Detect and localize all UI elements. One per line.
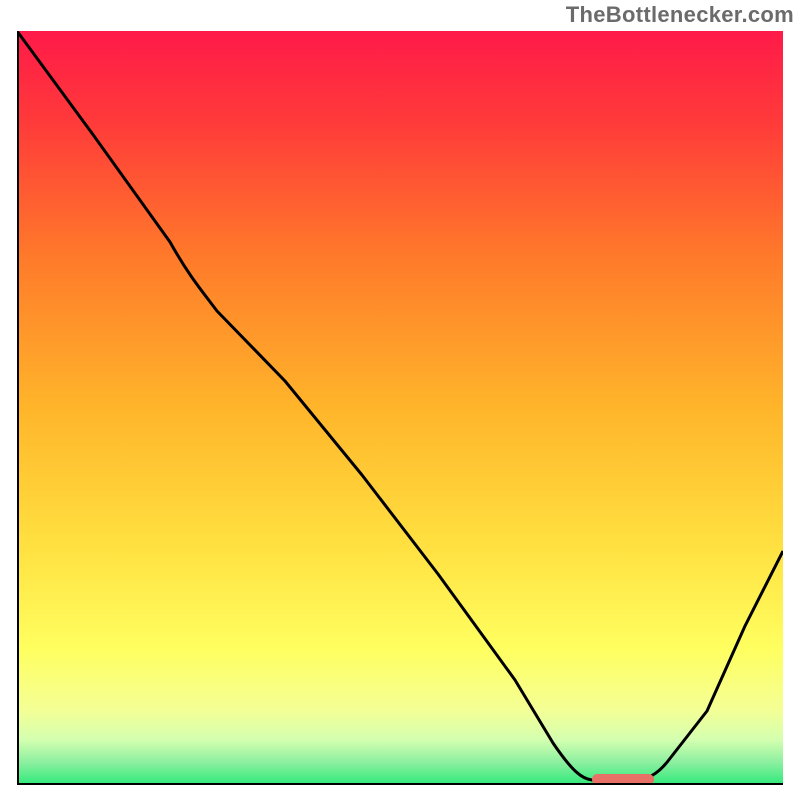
bottleneck-curve: [17, 31, 783, 785]
x-axis: [17, 783, 783, 785]
plot-area: [17, 31, 783, 785]
y-axis: [17, 31, 19, 785]
watermark-text: TheBottlenecker.com: [566, 2, 794, 28]
chart-container: TheBottlenecker.com: [0, 0, 800, 800]
